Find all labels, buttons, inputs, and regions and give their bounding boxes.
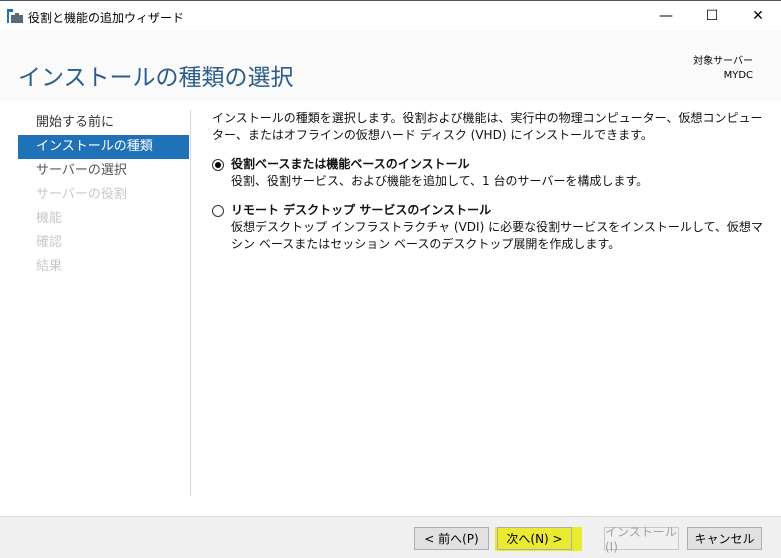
- close-button[interactable]: ✕: [735, 1, 781, 31]
- wizard-nav: 開始する前に インストールの種類 サーバーの選択 サーバーの役割 機能 確認 結…: [18, 111, 189, 279]
- title-bar: 役割と機能の追加ウィザード — ☐ ✕: [0, 0, 781, 31]
- install-button: インストール(I): [604, 525, 679, 554]
- nav-item-features: 機能: [36, 211, 63, 226]
- cancel-button[interactable]: キャンセル: [687, 527, 762, 550]
- target-server-name: MYDC: [723, 70, 753, 81]
- minimize-button[interactable]: —: [643, 1, 689, 31]
- server-manager-icon: [7, 9, 23, 23]
- wizard-header: インストールの種類の選択 対象サーバー MYDC: [0, 31, 781, 101]
- option-remote-desktop[interactable]: リモート デスクトップ サービスのインストール 仮想デスクトップ インフラストラ…: [212, 202, 767, 253]
- nav-item-installation-type[interactable]: インストールの種類: [18, 135, 189, 159]
- option-label[interactable]: 役割ベースまたは機能ベースのインストール: [231, 156, 648, 173]
- maximize-button[interactable]: ☐: [689, 1, 735, 31]
- radio-role-based[interactable]: [212, 159, 224, 171]
- radio-remote-desktop[interactable]: [212, 205, 224, 217]
- option-description: 仮想デスクトップ インフラストラクチャ (VDI) に必要な役割サービスをインス…: [231, 220, 763, 251]
- page-title: インストールの種類の選択: [18, 65, 294, 91]
- target-server-label: 対象サーバー: [693, 56, 753, 67]
- nav-item-before-you-begin[interactable]: 開始する前に: [18, 111, 189, 135]
- option-description: 役割、役割サービス、および機能を追加して、1 台のサーバーを構成します。: [231, 174, 649, 188]
- nav-item-confirmation: 確認: [36, 235, 63, 250]
- option-label[interactable]: リモート デスクトップ サービスのインストール: [231, 202, 767, 219]
- option-role-based[interactable]: 役割ベースまたは機能ベースのインストール 役割、役割サービス、および機能を追加し…: [212, 156, 767, 190]
- next-button[interactable]: 次へ(N) >: [497, 527, 572, 550]
- content-panel: インストールの種類を選択します。役割および機能は、実行中の物理コンピューター、仮…: [212, 110, 767, 253]
- intro-text: インストールの種類を選択します。役割および機能は、実行中の物理コンピューター、仮…: [212, 111, 763, 142]
- nav-item-server-roles: サーバーの役割: [36, 187, 127, 202]
- target-server: 対象サーバー MYDC: [693, 55, 753, 83]
- window-title: 役割と機能の追加ウィザード: [28, 11, 185, 25]
- previous-button[interactable]: < 前へ(P): [414, 527, 489, 550]
- nav-item-results: 結果: [36, 259, 63, 274]
- nav-item-server-selection[interactable]: サーバーの選択: [18, 159, 189, 183]
- divider: [190, 110, 191, 496]
